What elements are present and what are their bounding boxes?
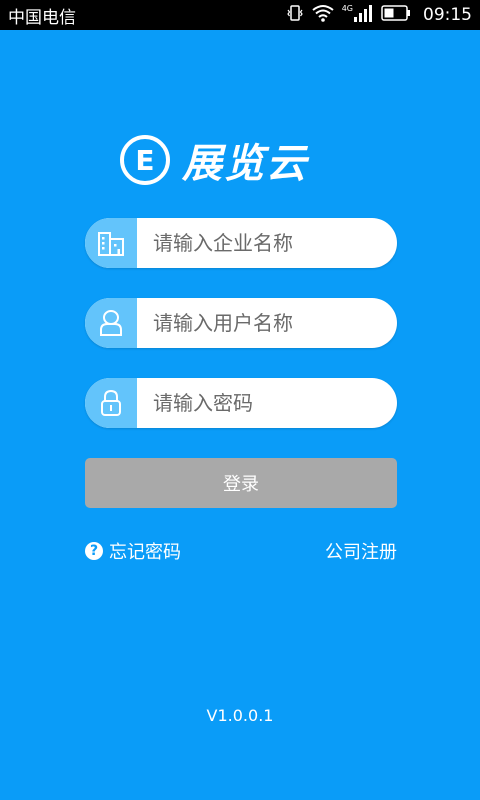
clock: 09:15 <box>423 5 472 25</box>
status-icons: 4G 09:15 <box>286 4 472 27</box>
version-label: V1.0.0.1 <box>206 706 274 725</box>
battery-icon <box>381 4 411 26</box>
signal-icon <box>353 4 373 27</box>
network-type: 4G <box>341 3 353 13</box>
question-icon: ? <box>85 542 103 560</box>
lock-icon <box>85 378 137 428</box>
forgot-password-link[interactable]: ? 忘记密码 <box>85 540 181 563</box>
login-screen: 中国电信 4G 09:15 E 展览云 请输入企业名称 请输入用户名称 登录 ?… <box>0 0 480 800</box>
company-register-link[interactable]: 公司注册 <box>325 540 397 563</box>
password-field <box>85 378 397 428</box>
username-input[interactable] <box>137 298 397 348</box>
password-input[interactable] <box>137 378 397 428</box>
vibrate-icon <box>286 4 304 27</box>
company-field <box>85 218 397 268</box>
carrier-name: 中国电信 <box>8 7 76 28</box>
status-bar: 中国电信 4G 09:15 <box>0 0 480 30</box>
login-button[interactable]: 登录 <box>85 458 397 508</box>
wifi-icon <box>312 4 334 27</box>
company-input[interactable] <box>137 218 397 268</box>
logo-mark: E <box>120 135 170 185</box>
username-field <box>85 298 397 348</box>
logo-name: 展览云 <box>182 141 308 187</box>
forgot-password-label: 忘记密码 <box>109 542 181 563</box>
user-icon <box>85 298 137 348</box>
building-icon <box>85 218 137 268</box>
app-logo: E 展览云 <box>120 132 360 188</box>
